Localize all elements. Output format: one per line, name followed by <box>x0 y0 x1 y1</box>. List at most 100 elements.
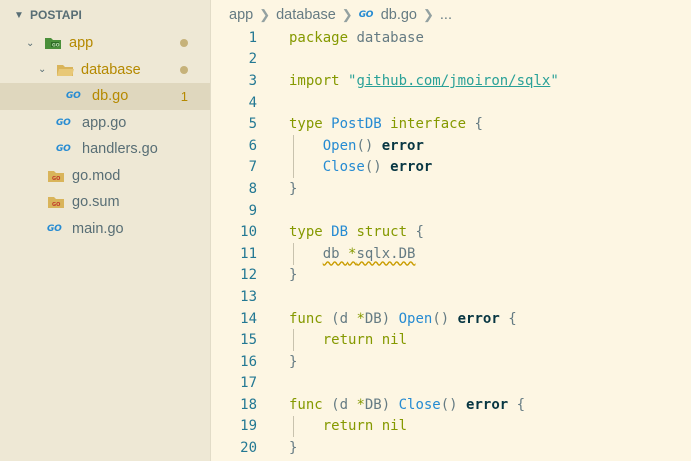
code-text: return nil <box>289 332 407 348</box>
code-token: error <box>466 396 509 413</box>
code-line[interactable]: 10 type DB struct { <box>211 221 691 243</box>
line-number: 13 <box>240 288 257 305</box>
tree-item-go-mod[interactable]: GO go.mod <box>0 163 210 190</box>
go-file-icon: GO <box>47 223 62 234</box>
code-token: () <box>440 396 467 413</box>
code-token: func <box>289 396 323 413</box>
tree-item-db-go[interactable]: GO db.go 1 <box>0 83 210 110</box>
line-number: 1 <box>248 29 257 46</box>
tree-item-app-go[interactable]: GO app.go <box>0 110 210 137</box>
code-line[interactable]: 8} <box>211 178 691 200</box>
code-line[interactable]: 19 return nil <box>211 415 691 438</box>
code-token: (d <box>322 396 357 413</box>
go-file-icon: GO <box>358 10 374 20</box>
code-token: DB) <box>364 396 399 413</box>
code-line[interactable]: 17 <box>211 373 691 395</box>
code-text: package database <box>289 30 424 46</box>
code-line[interactable]: 2 <box>211 49 691 71</box>
tree-item-app[interactable]: ⌄ GO app <box>0 30 210 57</box>
breadcrumb-segment[interactable]: database <box>276 7 336 23</box>
line-number: 14 <box>240 310 257 327</box>
code-token: * <box>356 310 365 327</box>
line-number: 16 <box>240 353 257 370</box>
tree-item-label: database <box>81 61 141 78</box>
go-file-icon: GO <box>56 144 71 155</box>
tree-item-label: app.go <box>82 114 127 131</box>
code-token: func <box>289 310 323 327</box>
breadcrumb: app ❯ database ❯ GO db.go ❯ ... <box>211 0 691 30</box>
tree-item-database[interactable]: ⌄ database <box>0 57 210 84</box>
line-number: 2 <box>248 51 257 68</box>
svg-text:GO: GO <box>52 176 60 182</box>
code-token: * <box>356 396 365 413</box>
code-text: import "github.com/jmoiron/sqlx" <box>289 73 559 89</box>
breadcrumb-more[interactable]: ... <box>440 7 452 23</box>
project-name: POSTAPI <box>30 8 82 22</box>
code-text: } <box>289 181 297 197</box>
line-number: 5 <box>248 116 257 133</box>
code-token: import <box>289 72 340 89</box>
gosum-file-icon: GO <box>47 195 65 209</box>
code-line[interactable]: 15 return nil <box>211 329 691 351</box>
code-line[interactable]: 5 type PostDB interface { <box>211 113 691 135</box>
explorer-sidebar: ▼ POSTAPI ⌄ GO app ⌄ database GO db.go 1… <box>0 0 211 461</box>
code-line[interactable]: 13 <box>211 286 691 308</box>
code-token: error <box>390 159 433 176</box>
chevron-right-icon: ❯ <box>341 7 353 22</box>
code-line[interactable]: 12} <box>211 265 691 287</box>
code-line[interactable]: 14 func (d *DB) Open() error { <box>211 308 691 330</box>
code-token: } <box>289 353 298 370</box>
tree-item-go-sum[interactable]: GO go.sum <box>0 189 210 216</box>
code-line[interactable]: 11 db *sqlx.DB <box>211 242 691 265</box>
svg-text:GO: GO <box>52 202 60 208</box>
code-area[interactable]: 1 package database 2 3 import "github.com/jm… <box>211 27 691 459</box>
breadcrumb-file[interactable]: db.go <box>381 7 417 23</box>
code-line[interactable]: 1 package database <box>211 27 691 49</box>
code-token: sqlx.DB <box>356 245 416 262</box>
project-header[interactable]: ▼ POSTAPI <box>0 0 210 30</box>
line-number: 8 <box>248 180 257 197</box>
chevron-right-icon: ❯ <box>259 7 271 22</box>
go-folder-icon: GO <box>44 36 62 50</box>
code-text: type DB struct { <box>289 224 424 240</box>
modified-dot <box>180 30 188 57</box>
go-file-icon: GO <box>66 91 81 102</box>
code-line[interactable]: 9 <box>211 200 691 222</box>
code-line[interactable]: 6 Open() error <box>211 134 691 157</box>
problem-count-badge: 1 <box>180 88 188 104</box>
svg-text:GO: GO <box>52 43 60 49</box>
code-token: PostDB <box>331 116 382 133</box>
code-line[interactable]: 7 Close() error <box>211 156 691 179</box>
tree-item-main-go[interactable]: GO main.go <box>0 216 210 243</box>
code-line[interactable]: 16} <box>211 351 691 373</box>
code-text: func (d *DB) Open() error { <box>289 311 517 327</box>
code-token: { <box>508 396 526 413</box>
code-line[interactable]: 4 <box>211 92 691 114</box>
code-text: Close() error <box>289 159 433 176</box>
code-editor[interactable]: app ❯ database ❯ GO db.go ❯ ... 1 package… <box>211 0 691 461</box>
code-token: Close <box>398 396 441 413</box>
code-token: github.com/jmoiron/sqlx <box>356 72 551 89</box>
code-token: return <box>322 418 374 435</box>
code-token: interface <box>390 116 467 133</box>
code-token: DB <box>331 224 349 241</box>
code-token: error <box>381 137 424 154</box>
chevron-down-icon: ▼ <box>14 9 24 21</box>
tree-item-handlers-go[interactable]: GO handlers.go <box>0 136 210 163</box>
code-line[interactable]: 20} <box>211 437 691 459</box>
code-token: () <box>432 310 458 327</box>
code-token: DB) <box>364 310 399 327</box>
code-text: return nil <box>289 418 407 434</box>
code-token: { <box>499 310 517 327</box>
code-line[interactable]: 18 func (d *DB) Close() error { <box>211 394 691 416</box>
code-token: struct <box>356 224 408 241</box>
code-token: " <box>550 72 559 89</box>
breadcrumb-segment[interactable]: app <box>229 7 253 23</box>
code-token: Close <box>322 159 365 176</box>
code-line[interactable]: 3 import "github.com/jmoiron/sqlx" <box>211 70 691 92</box>
tree-item-label: go.sum <box>72 194 120 211</box>
